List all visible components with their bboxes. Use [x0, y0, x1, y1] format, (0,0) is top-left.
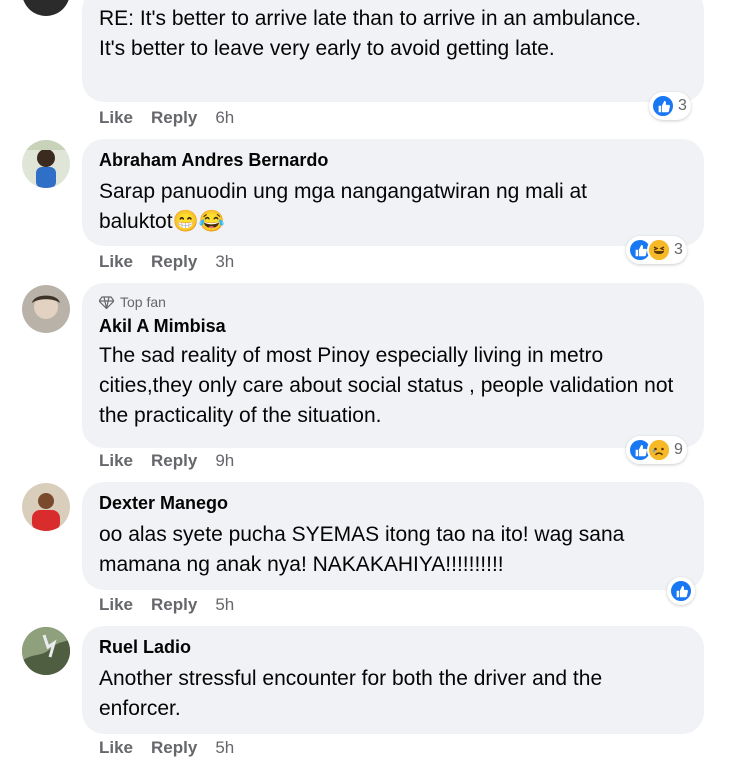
comment-bubble: Ruel Ladio Another stressful encounter f…	[82, 626, 704, 734]
reply-button[interactable]: Reply	[151, 108, 197, 128]
avatar[interactable]	[22, 483, 70, 531]
reaction-summary[interactable]: 3	[649, 92, 691, 120]
reaction-count: 3	[678, 97, 687, 114]
comment-bubble: Dexter Manego oo alas syete pucha SYEMAS…	[82, 482, 704, 590]
comment-text: Another stressful encounter for both the…	[99, 667, 603, 720]
reaction-summary[interactable]	[667, 577, 695, 605]
commenter-name[interactable]: Ruel Ladio	[99, 636, 686, 658]
comment-text: Sarap panuodin ung mga nangangatwiran ng…	[99, 180, 588, 233]
like-button[interactable]: Like	[99, 108, 133, 128]
comment-bubble: Top fan Akil A Mimbisa The sad reality o…	[82, 283, 704, 448]
diamond-icon	[99, 295, 114, 309]
reply-button[interactable]: Reply	[151, 451, 197, 471]
reaction-summary[interactable]: 3	[626, 236, 687, 264]
commenter-name[interactable]: Dexter Manego	[99, 492, 686, 514]
comment-time[interactable]: 3h	[215, 252, 234, 272]
comment-actions: Like Reply 6h	[99, 108, 234, 128]
comment-bubble: RE: It's better to arrive late than to a…	[82, 0, 704, 102]
comment-text: The sad reality of most Pinoy especially…	[99, 344, 674, 427]
commenter-name[interactable]: Akil A Mimbisa	[99, 315, 686, 337]
comment-time[interactable]: 6h	[215, 108, 234, 128]
comment-actions: Like Reply 9h	[99, 451, 234, 471]
comment-text: oo alas syete pucha SYEMAS itong tao na …	[99, 523, 625, 576]
commenter-name[interactable]: Abraham Andres Bernardo	[99, 149, 686, 171]
reaction-count: 9	[674, 441, 683, 458]
reply-button[interactable]: Reply	[151, 738, 197, 758]
like-button[interactable]: Like	[99, 252, 133, 272]
comment-text: RE: It's better to arrive late than to a…	[99, 7, 642, 60]
like-icon	[669, 579, 693, 603]
avatar[interactable]	[22, 0, 70, 16]
avatar[interactable]	[22, 627, 70, 675]
comment-actions: Like Reply 3h	[99, 252, 234, 272]
comment-time[interactable]: 5h	[215, 595, 234, 615]
avatar[interactable]	[22, 140, 70, 188]
comment-actions: Like Reply 5h	[99, 738, 234, 758]
top-fan-badge: Top fan	[99, 293, 686, 311]
comment-time[interactable]: 5h	[215, 738, 234, 758]
like-button[interactable]: Like	[99, 451, 133, 471]
like-icon	[651, 94, 675, 118]
sad-icon	[647, 438, 671, 462]
like-button[interactable]: Like	[99, 595, 133, 615]
comment-bubble: Abraham Andres Bernardo Sarap panuodin u…	[82, 139, 704, 246]
reply-button[interactable]: Reply	[151, 595, 197, 615]
haha-icon	[647, 238, 671, 262]
comment-actions: Like Reply 5h	[99, 595, 234, 615]
like-button[interactable]: Like	[99, 738, 133, 758]
top-fan-label: Top fan	[120, 294, 166, 310]
reaction-count: 3	[674, 241, 683, 258]
reaction-summary[interactable]: 9	[626, 436, 687, 464]
comment-time[interactable]: 9h	[215, 451, 234, 471]
reply-button[interactable]: Reply	[151, 252, 197, 272]
avatar[interactable]	[22, 285, 70, 333]
